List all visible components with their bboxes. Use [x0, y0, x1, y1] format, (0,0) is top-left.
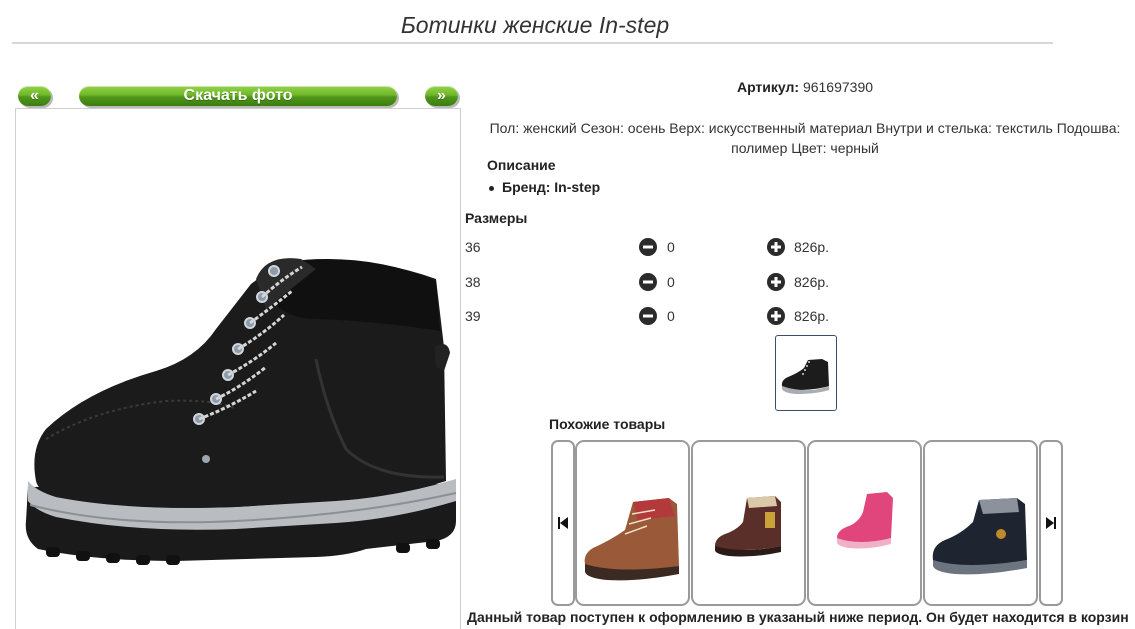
increase-quantity-button[interactable]: [767, 273, 785, 294]
quantity-value: 0: [667, 274, 675, 290]
brown-kids-boot-image: [715, 496, 781, 557]
size-row: 36 0 826р.: [465, 237, 865, 257]
increase-quantity-button[interactable]: [767, 307, 785, 328]
similar-product-card[interactable]: [807, 440, 922, 606]
similar-product-card[interactable]: [575, 440, 690, 606]
title-divider: [12, 42, 1053, 44]
size-row: 39 0 826р.: [465, 306, 865, 326]
prev-photo-button[interactable]: «: [18, 86, 51, 106]
brand-item: Бренд: In-step: [489, 179, 600, 195]
main-photo: [15, 108, 461, 629]
black-boot-thumbnail-icon: [781, 359, 829, 394]
properties-line-2: полимер Цвет: черный: [731, 140, 879, 156]
plus-icon: [767, 238, 785, 256]
quantity-value: 0: [667, 239, 675, 255]
decrease-quantity-button[interactable]: [639, 307, 657, 328]
properties-line-1: Пол: женский Сезон: осень Верх: искусств…: [489, 120, 1121, 136]
price-value: 826р.: [794, 239, 830, 255]
size-value: 38: [465, 274, 481, 290]
article-label: Артикул:: [736, 79, 800, 95]
page-title: Ботинки женские In-step: [400, 12, 670, 38]
skip-back-icon: [558, 517, 568, 529]
availability-notice: Данный товар поступен к оформлению в ука…: [467, 609, 1129, 625]
minus-icon: [639, 238, 657, 256]
plus-icon: [767, 307, 785, 325]
download-photo-button[interactable]: Скачать фото: [79, 86, 397, 106]
size-value: 39: [465, 308, 481, 324]
sizes-heading: Размеры: [465, 210, 528, 226]
next-photo-button[interactable]: »: [425, 86, 458, 106]
description-heading: Описание: [487, 157, 556, 173]
quantity-value: 0: [667, 308, 675, 324]
similar-product-card[interactable]: [923, 440, 1038, 606]
black-winter-boot-image: [932, 498, 1027, 575]
similar-products-heading: Похожие товары: [549, 416, 666, 432]
minus-icon: [639, 307, 657, 325]
decrease-quantity-button[interactable]: [639, 238, 657, 259]
brown-hiking-boot-image: [584, 498, 679, 581]
price-value: 826р.: [794, 308, 830, 324]
brand-label: Бренд: In-step: [502, 179, 601, 195]
increase-quantity-button[interactable]: [767, 238, 785, 259]
price-value: 826р.: [794, 274, 830, 290]
product-properties: Пол: женский Сезон: осень Верх: искусств…: [480, 118, 1130, 158]
carousel-prev-button[interactable]: [551, 440, 575, 606]
photo-thumbnail[interactable]: [775, 335, 837, 411]
skip-forward-icon: [1046, 517, 1056, 529]
size-row: 38 0 826р.: [465, 272, 865, 292]
black-boot-image: [25, 258, 457, 565]
carousel-next-button[interactable]: [1039, 440, 1063, 606]
plus-icon: [767, 273, 785, 291]
minus-icon: [639, 273, 657, 291]
article-value: 961697390: [802, 79, 874, 95]
pink-sneaker-image: [837, 492, 893, 549]
similar-product-card[interactable]: [691, 440, 806, 606]
article-number: Артикул: 961697390: [480, 79, 1130, 95]
bullet-icon: [489, 185, 494, 191]
size-value: 36: [465, 239, 481, 255]
decrease-quantity-button[interactable]: [639, 273, 657, 294]
